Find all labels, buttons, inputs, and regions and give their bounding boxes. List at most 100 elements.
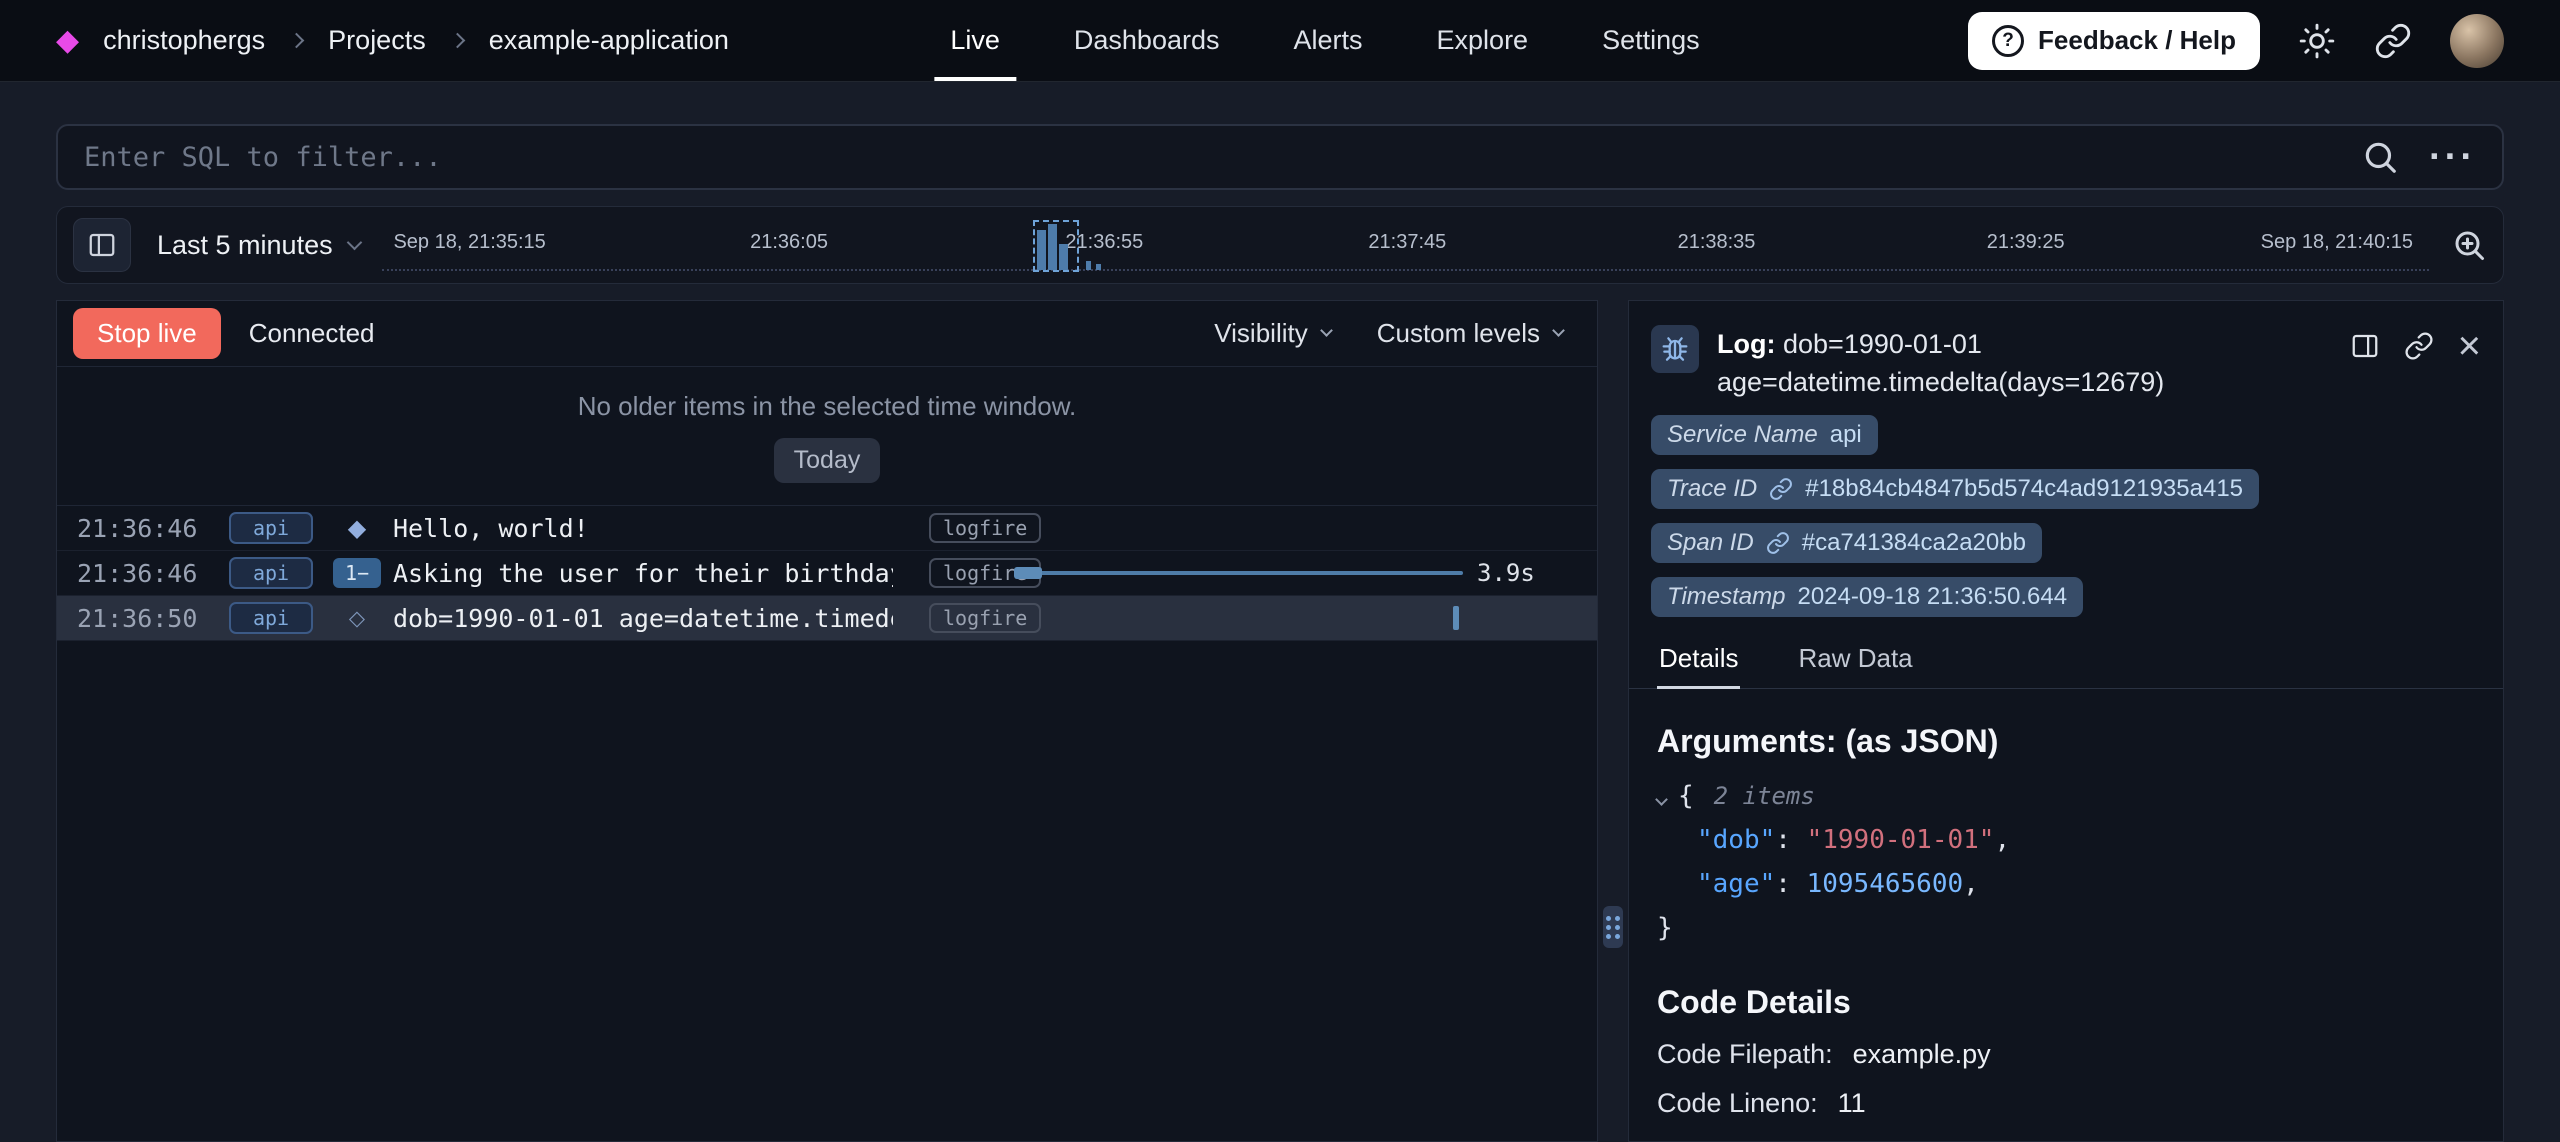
json-colon: : bbox=[1775, 869, 1806, 899]
sql-filter-input[interactable] bbox=[84, 142, 2331, 173]
histogram-selection[interactable] bbox=[1033, 220, 1079, 272]
connection-status: Connected bbox=[249, 318, 375, 349]
timestamp-pill[interactable]: Timestamp 2024-09-18 21:36:50.644 bbox=[1651, 577, 2083, 617]
timeline-tick-label: 21:36:05 bbox=[750, 231, 828, 254]
json-number-value: 1095465600 bbox=[1807, 869, 1964, 899]
timeline-baseline bbox=[382, 269, 2429, 271]
json-items-note: 2 items bbox=[1714, 782, 1815, 810]
span-bar-cap bbox=[1014, 567, 1042, 579]
timeline-track[interactable]: Sep 18, 21:35:15 21:36:05 21:36:55 21:37… bbox=[382, 207, 2429, 283]
diamond-outline-icon: ◇ bbox=[349, 606, 365, 631]
logfire-tag[interactable]: logfire bbox=[929, 513, 1041, 543]
tab-explore[interactable]: Explore bbox=[1437, 0, 1529, 81]
row-icon-zone: 1− bbox=[331, 558, 383, 588]
panel-gutter bbox=[1598, 300, 1628, 1142]
visibility-dropdown[interactable]: Visibility bbox=[1214, 318, 1330, 349]
custom-levels-dropdown[interactable]: Custom levels bbox=[1377, 318, 1563, 349]
timeline-tick-label: 21:38:35 bbox=[1678, 231, 1756, 254]
tab-settings[interactable]: Settings bbox=[1602, 0, 1700, 81]
breadcrumb-project[interactable]: example-application bbox=[489, 25, 729, 56]
detail-header: Log: dob=1990-01-01 age=datetime.timedel… bbox=[1629, 301, 2503, 407]
feedback-help-label: Feedback / Help bbox=[2038, 25, 2236, 56]
log-row[interactable]: 21:36:46 api 1− Asking the user for thei… bbox=[57, 551, 1597, 596]
magnifier-plus-icon bbox=[2451, 227, 2487, 263]
today-button[interactable]: Today bbox=[774, 438, 881, 483]
tab-raw-data[interactable]: Raw Data bbox=[1796, 631, 1914, 688]
empty-window-block: No older items in the selected time wind… bbox=[57, 367, 1597, 505]
tab-dashboards[interactable]: Dashboards bbox=[1074, 0, 1220, 81]
histogram-bar bbox=[1037, 230, 1046, 270]
primary-nav: Live Dashboards Alerts Explore Settings bbox=[950, 0, 1699, 81]
service-name-label: Service Name bbox=[1667, 421, 1818, 449]
search-button[interactable] bbox=[2361, 138, 2399, 176]
logfire-tag[interactable]: logfire bbox=[929, 603, 1041, 633]
detail-actions: × bbox=[2350, 325, 2481, 401]
timeline-tick-label: Sep 18, 21:35:15 bbox=[393, 231, 545, 254]
link-icon bbox=[2404, 331, 2434, 361]
logfire-logo-icon[interactable]: ◆ bbox=[56, 23, 79, 58]
chevron-down-icon bbox=[1552, 324, 1565, 337]
service-name-pill[interactable]: Service Name api bbox=[1651, 415, 1878, 455]
share-link-button[interactable] bbox=[2374, 22, 2412, 60]
close-detail-button[interactable]: × bbox=[2458, 331, 2481, 361]
histogram-bar bbox=[1048, 224, 1057, 270]
span-duration-label: 3.9s bbox=[1477, 559, 1535, 587]
json-key: "age" bbox=[1697, 869, 1775, 899]
sun-icon bbox=[2298, 22, 2336, 60]
more-options-button[interactable]: ··· bbox=[2429, 147, 2476, 167]
log-message: Hello, world! bbox=[393, 514, 589, 543]
histogram-bar bbox=[1059, 244, 1068, 270]
page-body: ··· Last 5 minutes Sep 18, 21:35:15 21:3… bbox=[0, 124, 2560, 1142]
row-timestamp: 21:36:46 bbox=[77, 559, 189, 588]
code-filepath-label: Code Filepath: bbox=[1657, 1039, 1833, 1070]
nav-right: ? Feedback / Help bbox=[1968, 12, 2504, 70]
timestamp-value: 2024-09-18 21:36:50.644 bbox=[1797, 583, 2067, 611]
service-badge[interactable]: api bbox=[229, 602, 313, 634]
detail-panel: Log: dob=1990-01-01 age=datetime.timedel… bbox=[1628, 300, 2504, 1142]
code-filepath-value: example.py bbox=[1853, 1039, 1991, 1070]
tab-alerts[interactable]: Alerts bbox=[1293, 0, 1362, 81]
service-badge[interactable]: api bbox=[229, 512, 313, 544]
span-duration-bar bbox=[1014, 567, 1463, 579]
log-row-selected[interactable]: 21:36:50 api ◇ dob=1990-01-01 age=dateti… bbox=[57, 596, 1597, 641]
service-name-value: api bbox=[1830, 421, 1862, 449]
json-open-brace: { bbox=[1678, 781, 1694, 811]
detail-tabs: Details Raw Data bbox=[1629, 631, 2503, 689]
span-id-value: #ca741384ca2a20bb bbox=[1802, 529, 2026, 557]
chevron-right-icon bbox=[289, 33, 305, 49]
trace-id-pill[interactable]: Trace ID #18b84cb4847b5d574c4ad9121935a4… bbox=[1651, 469, 2259, 509]
resize-handle[interactable] bbox=[1603, 906, 1623, 948]
service-badge[interactable]: api bbox=[229, 557, 313, 589]
code-details: Code Filepath: example.py Code Lineno: 1… bbox=[1657, 1039, 2475, 1119]
breadcrumb: christophergs Projects example-applicati… bbox=[103, 25, 729, 56]
json-viewer: {2 items "dob": "1990-01-01", "age": 109… bbox=[1657, 774, 2475, 950]
code-lineno-value: 11 bbox=[1838, 1088, 1866, 1119]
feedback-help-button[interactable]: ? Feedback / Help bbox=[1968, 12, 2260, 70]
log-rows: 21:36:46 api ◆ Hello, world! logfire 21:… bbox=[57, 505, 1597, 641]
theme-toggle-button[interactable] bbox=[2298, 22, 2336, 60]
tab-live[interactable]: Live bbox=[950, 0, 1000, 81]
log-row[interactable]: 21:36:46 api ◆ Hello, world! logfire bbox=[57, 506, 1597, 551]
row-icon-zone: ◇ bbox=[331, 606, 383, 631]
breadcrumb-org[interactable]: christophergs bbox=[103, 25, 265, 56]
user-avatar[interactable] bbox=[2450, 14, 2504, 68]
attribute-pills: Service Name api Trace ID #18b84cb4847b5… bbox=[1629, 407, 2503, 617]
span-id-pill[interactable]: Span ID #ca741384ca2a20bb bbox=[1651, 523, 2042, 563]
panel-left-icon bbox=[87, 230, 117, 260]
span-collapse-toggle[interactable]: 1− bbox=[333, 558, 381, 588]
sidebar-toggle-button[interactable] bbox=[73, 218, 131, 272]
time-range-select[interactable]: Last 5 minutes bbox=[157, 230, 360, 261]
tab-details[interactable]: Details bbox=[1657, 631, 1740, 688]
arguments-heading: Arguments: (as JSON) bbox=[1657, 723, 2475, 760]
json-line-open: {2 items bbox=[1657, 774, 2475, 818]
copy-link-button[interactable] bbox=[2404, 331, 2434, 361]
zoom-in-button[interactable] bbox=[2451, 227, 2487, 263]
breadcrumb-projects[interactable]: Projects bbox=[328, 25, 426, 56]
link-icon bbox=[1766, 531, 1790, 555]
timeline-tick-label: 21:39:25 bbox=[1987, 231, 2065, 254]
chevron-down-icon bbox=[1320, 324, 1333, 337]
row-icon-zone: ◆ bbox=[331, 514, 383, 543]
stop-live-button[interactable]: Stop live bbox=[73, 308, 221, 359]
json-collapse-chevron-icon[interactable] bbox=[1655, 793, 1668, 806]
pin-panel-button[interactable] bbox=[2350, 331, 2380, 361]
